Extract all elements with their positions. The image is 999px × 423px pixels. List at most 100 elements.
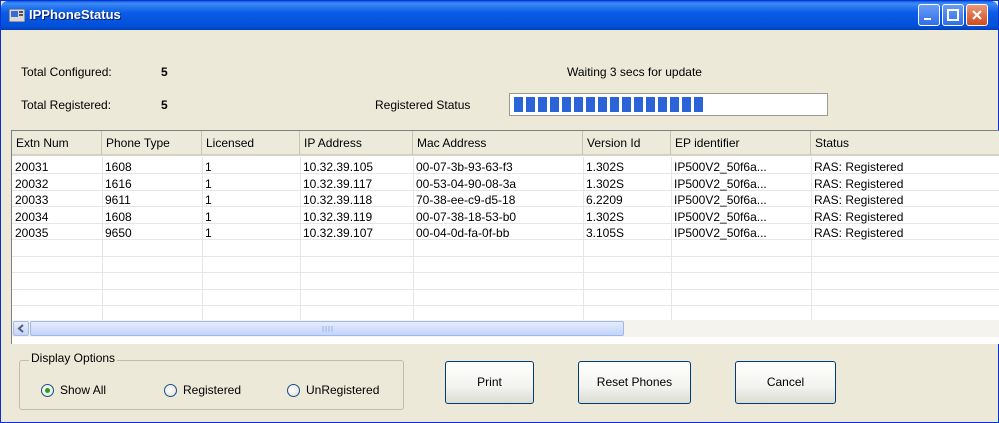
close-button[interactable] [966, 4, 988, 26]
chevron-left-icon [17, 324, 24, 333]
registered-status-progress-bar [509, 93, 828, 116]
minimize-button[interactable] [918, 4, 940, 26]
progress-block [670, 97, 679, 112]
progress-block [622, 97, 631, 112]
column-header[interactable]: Phone Type [102, 131, 202, 156]
radio-show-all[interactable]: Show All [41, 383, 106, 397]
print-button[interactable]: Print [445, 361, 534, 404]
table-cell: 00-07-3b-93-63-f3 [416, 160, 513, 174]
table-cell: 1608 [105, 209, 132, 224]
table-cell: 00-53-04-90-08-3a [416, 176, 517, 191]
radio-button-registered[interactable] [164, 383, 177, 397]
column-header[interactable]: IP Address [300, 131, 413, 156]
progress-block [658, 97, 667, 112]
progress-block [634, 97, 643, 112]
ip-phone-status-window: IPPhoneStatus Total Configured: 5 Total … [0, 0, 999, 423]
total-registered-value: 5 [161, 98, 168, 112]
table-cell: 1 [205, 176, 212, 191]
row-gridline [12, 272, 999, 273]
column-header[interactable]: Extn Num [12, 131, 102, 156]
grip-icon [322, 326, 333, 332]
table-cell: RAS: Registered [814, 160, 904, 174]
table-cell: 20033 [15, 193, 49, 207]
table-cell: RAS: Registered [814, 226, 904, 240]
progress-block [586, 97, 595, 112]
table-cell: 00-07-38-18-53-b0 [416, 209, 517, 224]
cancel-button[interactable]: Cancel [735, 361, 836, 404]
progress-block [694, 97, 703, 112]
total-configured-value: 5 [161, 65, 168, 79]
window-title: IPPhoneStatus [29, 7, 121, 22]
table-cell: RAS: Registered [814, 176, 904, 191]
table-cell: 1608 [105, 160, 132, 174]
table-cell: IP500V2_50f6a... [674, 193, 767, 207]
table-cell: IP500V2_50f6a... [674, 226, 767, 240]
maximize-button[interactable] [942, 4, 964, 26]
progress-block [550, 97, 559, 112]
table-cell: 10.32.39.117 [303, 176, 373, 191]
row-gridline [12, 305, 999, 306]
table-cell: RAS: Registered [814, 209, 904, 224]
progress-block [646, 97, 655, 112]
radio-button-show-all[interactable] [41, 383, 54, 397]
table-cell: RAS: Registered [814, 193, 904, 207]
title-bar[interactable]: IPPhoneStatus [1, 1, 998, 30]
table-cell: 9611 [105, 193, 131, 207]
table-cell: 1.302S [586, 176, 625, 191]
progress-block [598, 97, 607, 112]
table-cell: 10.32.39.107 [303, 226, 374, 240]
table-cell: IP500V2_50f6a... [674, 160, 767, 174]
row-gridline [12, 288, 999, 290]
table-cell: 10.32.39.105 [303, 160, 374, 174]
table-cell: 1616 [105, 176, 132, 191]
table-cell: 1 [205, 160, 212, 174]
table-cell: 3.105S [586, 226, 625, 240]
progress-block [538, 97, 547, 112]
table-cell: 9650 [105, 226, 132, 240]
horizontal-scrollbar[interactable] [12, 320, 999, 337]
table-cell: 6.2209 [586, 193, 623, 207]
table-cell: 10.32.39.119 [303, 209, 373, 224]
registered-status-label: Registered Status [375, 98, 471, 112]
table-cell: 1.302S [586, 209, 625, 224]
progress-block [610, 97, 619, 112]
table-cell: 1 [205, 209, 212, 224]
radio-registered[interactable]: Registered [164, 383, 241, 397]
update-status-text: Waiting 3 secs for update [567, 65, 702, 79]
radio-registered-label: Registered [183, 383, 242, 397]
scroll-left-button[interactable] [13, 321, 29, 336]
column-header[interactable]: EP identifier [671, 131, 811, 156]
table-cell: 1 [205, 193, 212, 207]
column-header[interactable]: Licensed [202, 131, 300, 156]
table-cell: 1 [205, 226, 212, 240]
table-cell: IP500V2_50f6a... [674, 176, 767, 191]
table-cell: 10.32.39.118 [303, 193, 373, 207]
progress-block [526, 97, 535, 112]
table-cell: 70-38-ee-c9-d5-18 [416, 193, 516, 207]
display-options-title: Display Options [29, 351, 118, 365]
scroll-thumb[interactable] [30, 321, 624, 336]
table-cell: 1.302S [586, 160, 625, 174]
table-cell: 00-04-0d-fa-0f-bb [416, 226, 510, 240]
progress-block [682, 97, 691, 112]
radio-selected-dot [45, 387, 50, 393]
phone-status-table[interactable]: Extn Num Phone Type Licensed IP Address Mac … [11, 130, 999, 344]
radio-unregistered-label: UnRegistered [306, 383, 380, 397]
table-cell: 20031 [15, 160, 49, 174]
table-cell: 20032 [15, 176, 49, 191]
column-header[interactable]: Mac Address [413, 131, 583, 156]
radio-unregistered[interactable]: UnRegistered [287, 383, 379, 397]
column-header[interactable]: Status [811, 131, 999, 156]
progress-block [574, 97, 583, 112]
radio-button-unregistered[interactable] [287, 383, 300, 397]
column-header[interactable]: Version Id [583, 131, 671, 156]
progress-block [562, 97, 571, 112]
maximize-icon [947, 9, 959, 21]
minimize-icon [924, 18, 931, 20]
app-icon [9, 9, 25, 22]
total-configured-label: Total Configured: [21, 65, 112, 79]
reset-phones-button[interactable]: Reset Phones [578, 361, 691, 404]
table-cell: 20035 [15, 226, 49, 240]
row-gridline [12, 255, 999, 257]
close-icon [972, 10, 982, 20]
